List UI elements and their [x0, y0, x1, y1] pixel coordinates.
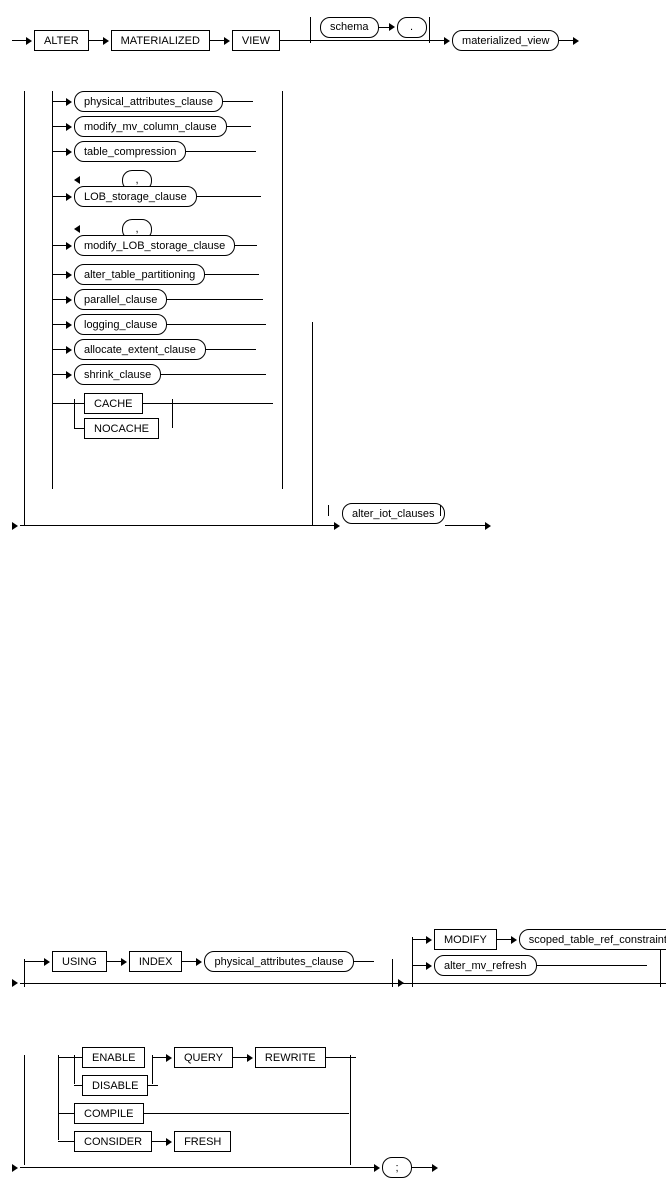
opt-logging-clause: logging_clause — [52, 314, 654, 335]
block4: ENABLE DISABLE QUERY REWRITE COMPILE CON… — [12, 1047, 654, 1177]
nt-logging-clause: logging_clause — [74, 314, 167, 335]
opt-lob-storage: , LOB_storage_clause — [52, 166, 654, 215]
kw-materialized: MATERIALIZED — [111, 30, 210, 51]
kw-cache: CACHE — [84, 393, 143, 414]
nt-physical-attributes-clause: physical_attributes_clause — [74, 91, 223, 112]
line1: ALTER MATERIALIZED VIEW schema . materia… — [12, 30, 654, 51]
nt-physical-attributes-clause-2: physical_attributes_clause — [204, 951, 353, 972]
opt-phys-attr: physical_attributes_clause — [52, 91, 654, 112]
nt-lob-storage-clause: LOB_storage_clause — [74, 186, 197, 207]
nt-table-compression: table_compression — [74, 141, 186, 162]
kw-enable: ENABLE — [82, 1047, 145, 1068]
nt-modify-lob-storage-clause: modify_LOB_storage_clause — [74, 235, 235, 256]
kw-fresh: FRESH — [174, 1131, 231, 1152]
nt-modify-mv-column-clause: modify_mv_column_clause — [74, 116, 227, 137]
opt-cache-nocache: CACHE NOCACHE — [52, 389, 654, 447]
nt-alter-table-partitioning: alter_table_partitioning — [74, 264, 205, 285]
opt-modify-lob-storage: , modify_LOB_storage_clause — [52, 215, 654, 264]
kw-alter: ALTER — [34, 30, 89, 51]
kw-using: USING — [52, 951, 107, 972]
nt-allocate-extent-clause: allocate_extent_clause — [74, 339, 206, 360]
opt-table-compression: table_compression — [52, 141, 654, 162]
kw-disable: DISABLE — [82, 1075, 148, 1096]
kw-compile: COMPILE — [74, 1103, 144, 1124]
nt-schema: schema — [320, 17, 379, 38]
nt-parallel-clause: parallel_clause — [74, 289, 167, 310]
punct-semicolon: ; — [382, 1157, 412, 1178]
kw-view: VIEW — [232, 30, 280, 51]
nt-alter-mv-refresh: alter_mv_refresh — [434, 955, 537, 976]
kw-modify: MODIFY — [434, 929, 497, 950]
opt-shrink-clause: shrink_clause — [52, 364, 654, 385]
kw-consider: CONSIDER — [74, 1131, 152, 1152]
block2-mainline: alter_iot_clauses — [12, 515, 654, 536]
punct-dot: . — [397, 17, 427, 38]
opt-alter-table-partitioning: alter_table_partitioning — [52, 264, 654, 285]
opt-modify-mv-col: modify_mv_column_clause — [52, 116, 654, 137]
opt-parallel-clause: parallel_clause — [52, 289, 654, 310]
nt-shrink-clause: shrink_clause — [74, 364, 161, 385]
block2: physical_attributes_clause modify_mv_col… — [12, 91, 654, 897]
kw-query: QUERY — [174, 1047, 233, 1068]
nt-scoped-table-ref-constraint: scoped_table_ref_constraint — [519, 929, 666, 950]
kw-rewrite: REWRITE — [255, 1047, 326, 1068]
block3: USING INDEX physical_attributes_clause M… — [12, 937, 654, 1007]
opt-allocate-extent: allocate_extent_clause — [52, 339, 654, 360]
nt-alter-iot-clauses: alter_iot_clauses — [342, 503, 445, 524]
nt-materialized-view: materialized_view — [452, 30, 559, 51]
kw-nocache: NOCACHE — [84, 418, 159, 439]
kw-index: INDEX — [129, 951, 183, 972]
